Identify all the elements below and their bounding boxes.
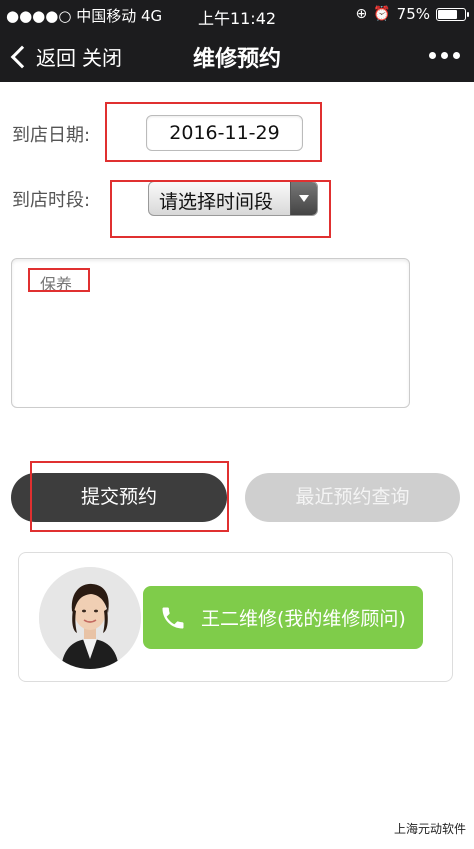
nav-bar: 返回 关闭 维修预约 <box>0 30 474 82</box>
back-label: 返回 <box>36 46 76 70</box>
advisor-photo <box>39 567 141 669</box>
date-input[interactable]: 2016-11-29 <box>146 115 303 151</box>
phone-icon <box>162 607 184 629</box>
recent-booking-query-button[interactable]: 最近预约查询 <box>245 473 460 522</box>
footer-brand: 上海元动软件 <box>393 822 466 836</box>
status-right: ⊕ ⏰ 75% <box>355 5 469 23</box>
battery-icon <box>436 7 469 21</box>
call-advisor-label: 王二维修(我的维修顾问) <box>201 608 406 630</box>
period-select-value: 请选择时间段 <box>159 191 274 213</box>
battery-fill <box>438 9 457 19</box>
close-button[interactable]: 关闭 <box>82 42 122 71</box>
call-advisor-button[interactable]: 王二维修(我的维修顾问) <box>143 586 423 649</box>
more-menu-button[interactable] <box>429 52 460 59</box>
period-select[interactable]: 请选择时间段 <box>148 181 318 216</box>
chevron-left-icon <box>10 45 34 68</box>
notes-text: 保养 <box>40 275 73 294</box>
period-label: 到店时段: <box>12 190 91 211</box>
date-label: 到店日期: <box>12 125 91 146</box>
more-dot-icon <box>429 52 436 59</box>
status-bar: ●●●●○ 中国移动 4G 上午11:42 ⊕ ⏰ 75% <box>0 0 474 30</box>
battery-percent: 75% <box>396 5 430 23</box>
more-dot-icon <box>441 52 448 59</box>
advisor-card: 王二维修(我的维修顾问) <box>18 552 453 682</box>
rotation-lock-icon: ⊕ <box>355 6 368 22</box>
advisor-avatar <box>39 567 141 669</box>
notes-textarea[interactable]: 保养 <box>11 258 410 408</box>
alarm-icon: ⏰ <box>373 6 391 22</box>
dropdown-arrow-icon <box>290 182 317 215</box>
more-dot-icon <box>453 52 460 59</box>
back-button[interactable]: 返回 <box>10 42 76 71</box>
submit-booking-button[interactable]: 提交预约 <box>11 473 227 522</box>
